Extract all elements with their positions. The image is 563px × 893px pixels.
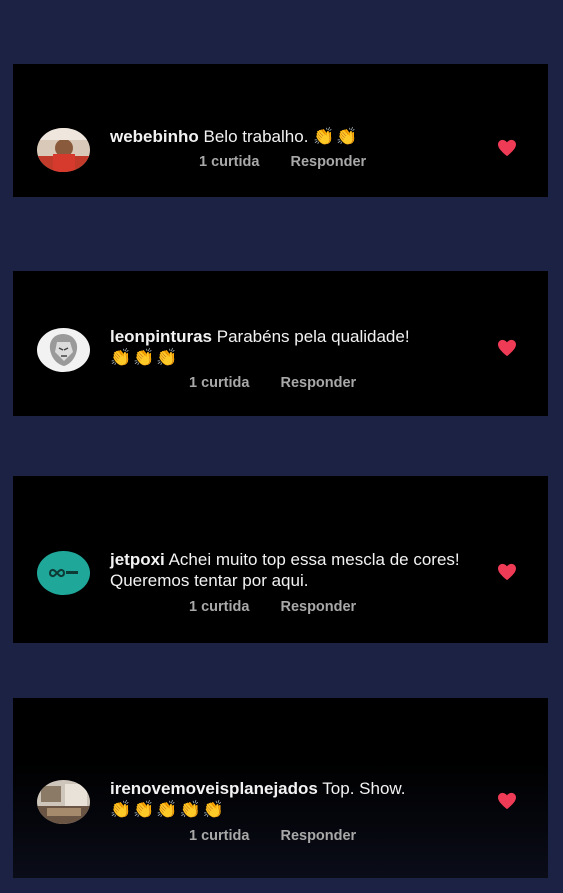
- room-photo-icon: [37, 780, 90, 824]
- heart-icon[interactable]: [497, 792, 517, 810]
- comment-meta: 1 curtida Responder: [189, 599, 383, 615]
- comment-card: webebinho Belo trabalho. 👏👏 1 curtida Re…: [13, 64, 548, 197]
- comment-text: webebinho Belo trabalho. 👏👏: [110, 126, 490, 147]
- heart-icon[interactable]: [497, 139, 517, 157]
- comment-meta: 1 curtida Responder: [189, 828, 383, 844]
- comment-username[interactable]: leonpinturas: [110, 327, 212, 346]
- lion-logo-icon: [37, 328, 90, 372]
- comment-username[interactable]: webebinho: [110, 127, 199, 146]
- avatar[interactable]: [37, 780, 90, 824]
- clap-emoji: 👏👏👏👏👏: [110, 800, 226, 819]
- heart-icon[interactable]: [497, 339, 517, 357]
- comment-body: Top. Show.: [322, 779, 406, 798]
- comment-body: Belo trabalho.: [203, 127, 309, 146]
- comment-meta: 1 curtida Responder: [199, 154, 393, 170]
- avatar[interactable]: [37, 328, 90, 372]
- heart-icon[interactable]: [497, 563, 517, 581]
- avatar[interactable]: [37, 551, 90, 595]
- comment-username[interactable]: jetpoxi: [110, 550, 165, 569]
- reply-button[interactable]: Responder: [280, 599, 356, 615]
- reply-button[interactable]: Responder: [290, 154, 366, 170]
- like-count[interactable]: 1 curtida: [189, 375, 249, 391]
- user-photo-icon: [37, 128, 90, 172]
- comment-meta: 1 curtida Responder: [189, 375, 383, 391]
- comment-card: leonpinturas Parabéns pela qualidade! 👏👏…: [13, 271, 548, 416]
- reply-button[interactable]: Responder: [280, 828, 356, 844]
- comment-text: jetpoxi Achei muito top essa mescla de c…: [110, 549, 490, 591]
- clap-emoji: 👏👏👏: [110, 348, 180, 367]
- comment-card: irenovemoveisplanejados Top. Show. 👏👏👏👏👏…: [13, 698, 548, 878]
- teal-logo-icon: [37, 551, 90, 595]
- comment-body: Parabéns pela qualidade!: [216, 327, 410, 346]
- like-count[interactable]: 1 curtida: [189, 828, 249, 844]
- comment-card: jetpoxi Achei muito top essa mescla de c…: [13, 476, 548, 643]
- like-count[interactable]: 1 curtida: [199, 154, 259, 170]
- clap-emoji: 👏👏: [313, 127, 360, 146]
- comment-text: leonpinturas Parabéns pela qualidade! 👏👏…: [110, 326, 490, 368]
- avatar[interactable]: [37, 128, 90, 172]
- reply-button[interactable]: Responder: [280, 375, 356, 391]
- like-count[interactable]: 1 curtida: [189, 599, 249, 615]
- comment-username[interactable]: irenovemoveisplanejados: [110, 779, 318, 798]
- comment-text: irenovemoveisplanejados Top. Show. 👏👏👏👏👏: [110, 778, 490, 820]
